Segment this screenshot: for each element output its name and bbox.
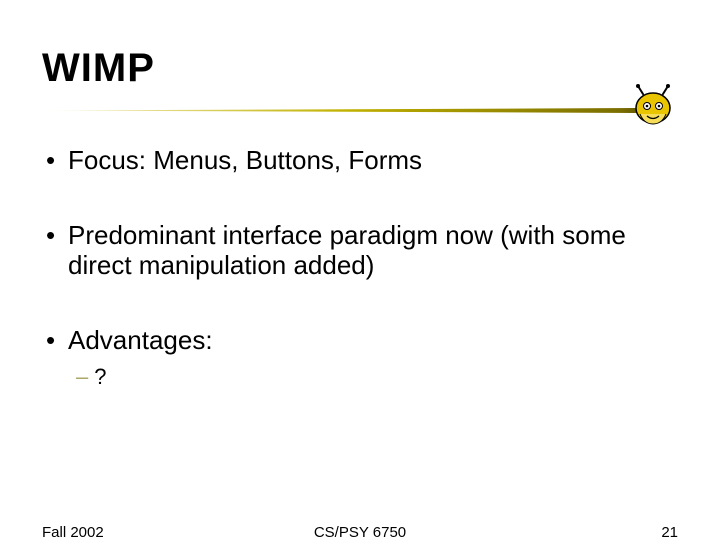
bullet-text: Focus: Menus, Buttons, Forms xyxy=(68,145,422,176)
footer-page-number: 21 xyxy=(661,524,678,540)
slide-title: WIMP xyxy=(42,46,155,91)
bullet-text: Advantages: xyxy=(68,325,213,356)
slide-body: • Focus: Menus, Buttons, Forms • Predomi… xyxy=(46,145,666,390)
sub-bullet-marker: – xyxy=(76,364,88,390)
bullet-item: • Advantages: xyxy=(46,325,666,356)
bullet-item: • Focus: Menus, Buttons, Forms xyxy=(46,145,666,176)
sub-bullet-item: – ? xyxy=(76,364,666,390)
sub-bullet-text: ? xyxy=(94,364,106,390)
bullet-marker: • xyxy=(46,325,60,356)
bullet-marker: • xyxy=(46,220,60,281)
bullet-marker: • xyxy=(46,145,60,176)
title-underline xyxy=(42,108,650,113)
footer-center: CS/PSY 6750 xyxy=(0,524,720,540)
slide: WIMP xyxy=(0,0,720,540)
bullet-text: Predominant interface paradigm now (with… xyxy=(68,220,666,281)
bullet-item: • Predominant interface paradigm now (wi… xyxy=(46,220,666,281)
mascot-icon xyxy=(628,84,678,128)
